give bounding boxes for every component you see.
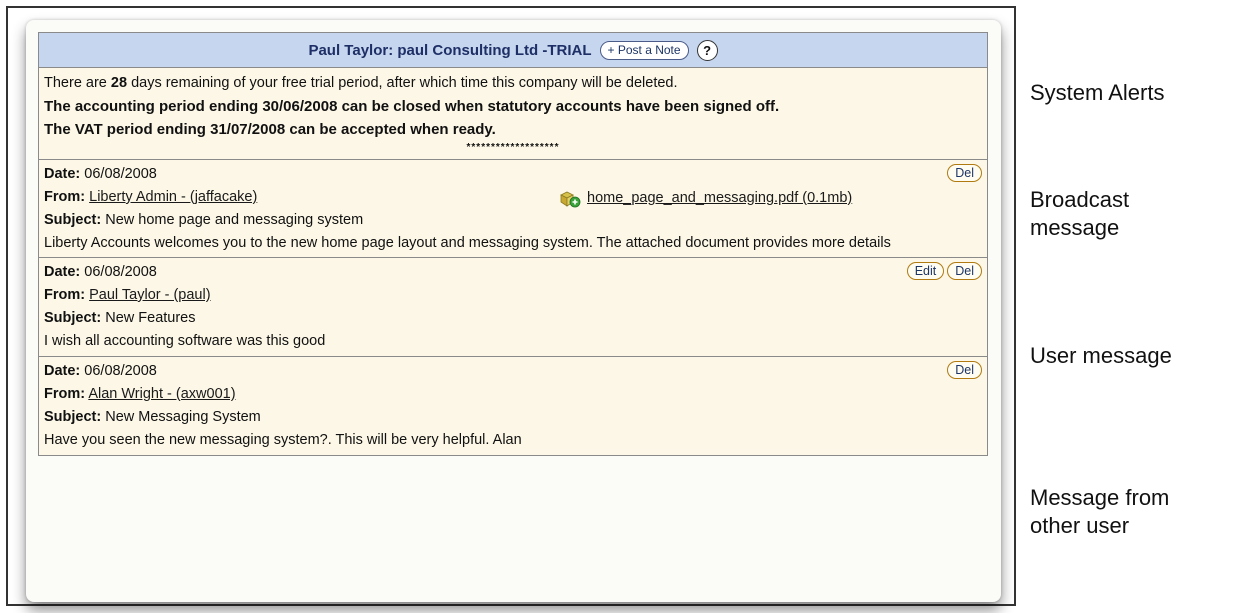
screenshot-frame: Paul Taylor: paul Consulting Ltd -TRIAL …: [6, 6, 1016, 606]
message-from: From: Paul Taylor - (paul): [44, 287, 211, 303]
system-alerts: There are 28 days remaining of your free…: [39, 68, 987, 160]
message-date: Date: 06/08/2008: [44, 264, 157, 280]
annotation-user-message: User message: [1030, 343, 1172, 368]
annotation-broadcast: Broadcast message: [1030, 187, 1130, 240]
message-from: From: Alan Wright - (axw001): [44, 386, 236, 402]
company-header: Paul Taylor: paul Consulting Ltd -TRIAL …: [39, 33, 987, 68]
message-actions: Del: [947, 361, 982, 379]
company-title: Paul Taylor: paul Consulting Ltd -TRIAL: [308, 41, 592, 59]
attachment-icon[interactable]: [559, 189, 581, 209]
message-item: Date: 06/08/2008 From: Alan Wright - (ax…: [39, 357, 987, 455]
vat-alert: The VAT period ending 31/07/2008 can be …: [44, 121, 496, 138]
post-note-button[interactable]: + Post a Note: [599, 40, 689, 60]
delete-button[interactable]: Del: [947, 262, 982, 280]
edit-button[interactable]: Edit: [906, 262, 945, 280]
messages-panel: Paul Taylor: paul Consulting Ltd -TRIAL …: [38, 32, 988, 456]
message-actions: Del: [947, 164, 982, 182]
home-card: Paul Taylor: paul Consulting Ltd -TRIAL …: [26, 20, 1001, 602]
annotation-system-alerts: System Alerts: [1030, 80, 1165, 105]
sender-link[interactable]: Paul Taylor - (paul): [89, 287, 210, 303]
message-subject: Subject: New Messaging System: [44, 409, 261, 425]
delete-button[interactable]: Del: [947, 361, 982, 379]
alert-separator: *******************: [466, 142, 560, 153]
message-actions: Edit Del: [906, 262, 982, 280]
attachment: home_page_and_messaging.pdf (0.1mb): [559, 187, 852, 210]
message-date: Date: 06/08/2008: [44, 363, 157, 379]
help-icon[interactable]: ?: [696, 39, 718, 61]
message-date: Date: 06/08/2008: [44, 166, 157, 182]
message-item: Date: 06/08/2008 From: Liberty Admin - (…: [39, 160, 987, 258]
message-body: Have you seen the new messaging system?.…: [44, 432, 522, 448]
message-item: Date: 06/08/2008 From: Paul Taylor - (pa…: [39, 258, 987, 357]
accounting-alert: The accounting period ending 30/06/2008 …: [44, 98, 780, 115]
delete-button[interactable]: Del: [947, 164, 982, 182]
annotation-other-user: Message from other user: [1030, 485, 1170, 538]
message-subject: Subject: New Features: [44, 310, 196, 326]
message-body: Liberty Accounts welcomes you to the new…: [44, 235, 891, 251]
sender-link[interactable]: Alan Wright - (axw001): [88, 386, 235, 402]
message-subject: Subject: New home page and messaging sys…: [44, 212, 364, 228]
trial-alert: There are 28 days remaining of your free…: [44, 75, 678, 91]
message-body: I wish all accounting software was this …: [44, 333, 326, 349]
sender-link[interactable]: Liberty Admin - (jaffacake): [89, 189, 257, 205]
trial-days: 28: [110, 75, 128, 91]
attachment-link[interactable]: home_page_and_messaging.pdf (0.1mb): [587, 187, 852, 210]
